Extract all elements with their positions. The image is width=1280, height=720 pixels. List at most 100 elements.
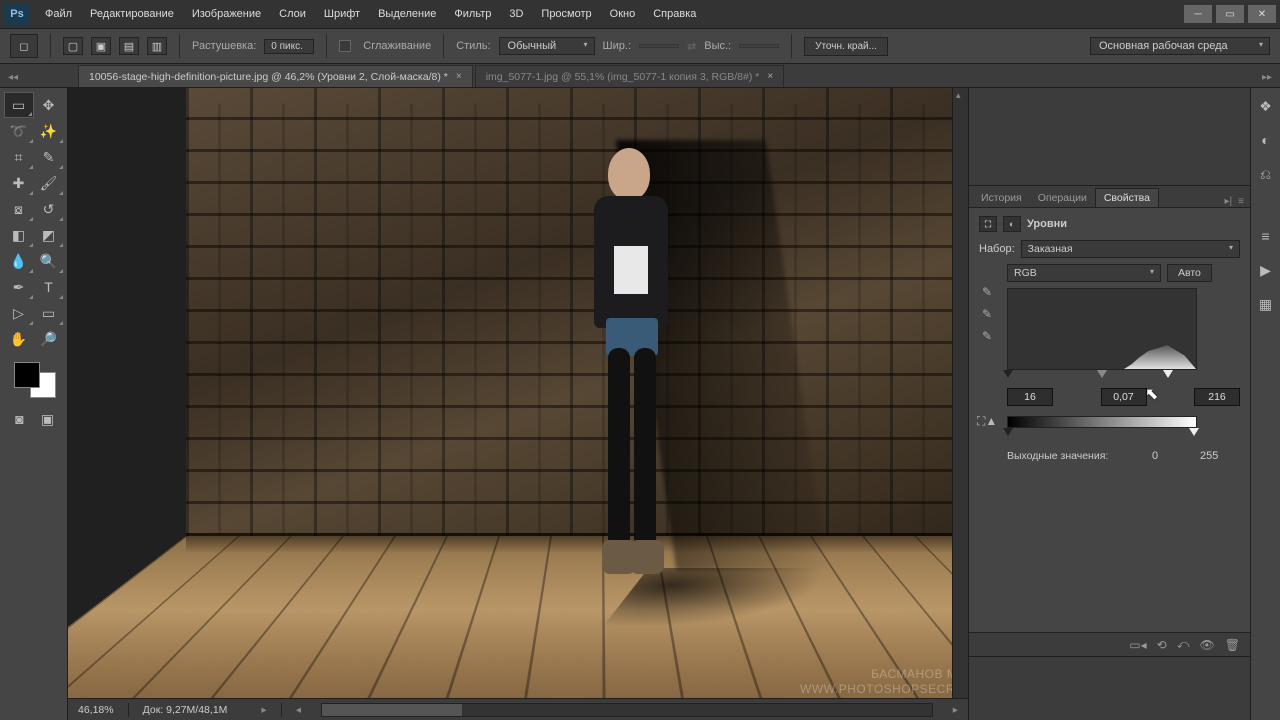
crop-tool[interactable]: ⌗ — [4, 144, 34, 170]
menu-layer[interactable]: Слои — [270, 8, 315, 20]
doc-size[interactable]: Док: 9,27M/48,1M — [143, 704, 228, 716]
input-black-value[interactable]: 16 — [1007, 388, 1053, 406]
quickmask-tool[interactable]: ◙ — [8, 408, 32, 430]
marquee-tool[interactable]: ▭ — [4, 92, 34, 118]
brush-tool[interactable]: 🖌 — [34, 170, 64, 196]
foreground-color[interactable] — [14, 362, 40, 388]
menu-window[interactable]: Окно — [601, 8, 645, 20]
close-icon[interactable]: × — [767, 71, 773, 82]
dodge-tool[interactable]: 🔍 — [34, 248, 64, 274]
menu-filter[interactable]: Фильтр — [445, 8, 500, 20]
screenmode-tool[interactable]: ▣ — [36, 408, 60, 430]
vertical-scrollbar[interactable]: ▴ — [952, 88, 968, 698]
history-brush-tool[interactable]: ↺ — [34, 196, 64, 222]
collapsed-panel-group[interactable] — [969, 88, 1250, 186]
scroll-left-icon[interactable]: ▸ — [261, 704, 266, 716]
scroll-arrow-left-icon[interactable]: ◂ — [296, 704, 301, 716]
input-gamma-value[interactable]: 0,07 — [1101, 388, 1147, 406]
canvas-area[interactable]: БАСМАНОВ МАКСИМ WWW.PHOTOSHOPSECRETS.RU … — [68, 88, 968, 720]
visibility-icon[interactable]: 👁 — [1200, 638, 1215, 652]
path-select-tool[interactable]: ▷ — [4, 300, 34, 326]
sel-new-icon[interactable]: ▢ — [63, 37, 83, 55]
channels-dock-icon[interactable]: ◐ — [1256, 130, 1276, 150]
collapse-icon[interactable]: ◂◂ — [8, 72, 18, 83]
lasso-tool[interactable]: ➰ — [4, 118, 34, 144]
feather-input[interactable]: 0 пикс. — [264, 39, 314, 54]
play-dock-icon[interactable]: ▶ — [1256, 260, 1276, 280]
menu-3d[interactable]: 3D — [500, 8, 532, 20]
sel-sub-icon[interactable]: ▤ — [119, 37, 139, 55]
histogram[interactable] — [1007, 288, 1197, 370]
zoom-value[interactable]: 46,18% — [78, 704, 114, 716]
grid-dock-icon[interactable]: ▦ — [1256, 294, 1276, 314]
menu-image[interactable]: Изображение — [183, 8, 270, 20]
eyedropper-tool[interactable]: ✎ — [34, 144, 64, 170]
pen-tool[interactable]: ✒ — [4, 274, 34, 300]
auto-button[interactable]: Авто — [1167, 264, 1212, 282]
gamma-handle[interactable] — [1097, 370, 1107, 378]
minimize-button[interactable]: ─ — [1184, 5, 1212, 23]
document-tab-1[interactable]: 10056-stage-high-definition-picture.jpg … — [78, 65, 473, 87]
refine-edge-button[interactable]: Уточн. край... — [804, 37, 888, 56]
white-handle[interactable] — [1163, 370, 1173, 378]
canvas[interactable]: БАСМАНОВ МАКСИМ WWW.PHOTOSHOPSECRETS.RU — [186, 88, 968, 716]
layers-dock-icon[interactable]: ❖ — [1256, 96, 1276, 116]
previous-state-icon[interactable]: ⟲ — [1157, 638, 1167, 652]
tab-history[interactable]: История — [973, 189, 1030, 207]
document-tab-2[interactable]: img_5077-1.jpg @ 55,1% (img_5077-1 копия… — [475, 65, 785, 87]
tab-actions[interactable]: Операции — [1030, 189, 1095, 207]
black-point-eyedropper-icon[interactable]: ✎ — [979, 284, 995, 300]
blur-tool[interactable]: 💧 — [4, 248, 34, 274]
reset-icon[interactable]: ⤺ — [1177, 637, 1190, 652]
gradient-tool[interactable]: ◩ — [34, 222, 64, 248]
paths-dock-icon[interactable]: ⎌ — [1256, 164, 1276, 184]
move-tool[interactable]: ✥ — [34, 92, 64, 118]
tab-properties[interactable]: Свойства — [1095, 188, 1159, 207]
panel-menu-icon[interactable]: ≡ — [1238, 196, 1244, 207]
workspace-select[interactable]: Основная рабочая среда — [1090, 37, 1270, 55]
type-tool[interactable]: T — [34, 274, 64, 300]
trash-icon[interactable]: 🗑 — [1225, 638, 1240, 652]
scroll-arrow-right-icon[interactable]: ▸ — [953, 704, 958, 716]
black-handle[interactable] — [1003, 370, 1013, 378]
menu-edit[interactable]: Редактирование — [81, 8, 183, 20]
output-gradient[interactable] — [1007, 416, 1197, 428]
magic-wand-tool[interactable]: ✨ — [34, 118, 64, 144]
tool-preset-icon[interactable]: ◻ — [10, 34, 38, 58]
style-select[interactable]: Обычный — [499, 37, 595, 55]
sel-add-icon[interactable]: ▣ — [91, 37, 111, 55]
input-slider[interactable] — [1007, 372, 1197, 382]
channel-select[interactable]: RGB — [1007, 264, 1161, 282]
mask-icon[interactable]: ◐ — [1003, 216, 1021, 232]
collapse-right-icon[interactable]: ▸▸ — [1262, 72, 1272, 83]
input-white-value[interactable]: 216 — [1194, 388, 1240, 406]
shape-tool[interactable]: ▭ — [34, 300, 64, 326]
clone-stamp-tool[interactable]: ⧇ — [4, 196, 34, 222]
eraser-tool[interactable]: ◧ — [4, 222, 34, 248]
out-white-handle[interactable] — [1189, 428, 1199, 436]
panel-collapse-icon[interactable]: ▸| — [1225, 196, 1233, 207]
menu-file[interactable]: Файл — [36, 8, 81, 20]
maximize-button[interactable]: ▭ — [1216, 5, 1244, 23]
menu-help[interactable]: Справка — [644, 8, 705, 20]
output-black-value[interactable]: 0 — [1152, 450, 1192, 462]
adjust-dock-icon[interactable]: ≡ — [1256, 226, 1276, 246]
clip-to-layer-icon[interactable]: ▭◂ — [1129, 638, 1146, 652]
menu-type[interactable]: Шрифт — [315, 8, 369, 20]
healing-brush-tool[interactable]: ✚ — [4, 170, 34, 196]
output-slider[interactable] — [1007, 430, 1197, 440]
output-white-value[interactable]: 255 — [1200, 450, 1240, 462]
antialias-checkbox[interactable] — [339, 40, 351, 52]
horizontal-scrollbar[interactable] — [321, 703, 933, 717]
hand-tool[interactable]: ✋ — [4, 326, 34, 352]
zoom-tool[interactable]: 🔎 — [34, 326, 64, 352]
menu-view[interactable]: Просмотр — [532, 8, 600, 20]
out-black-handle[interactable] — [1003, 428, 1013, 436]
clip-warning-icon[interactable]: ⛶▲ — [977, 414, 997, 429]
preset-select[interactable]: Заказная — [1021, 240, 1240, 258]
gray-point-eyedropper-icon[interactable]: ✎ — [979, 306, 995, 322]
menu-select[interactable]: Выделение — [369, 8, 445, 20]
white-point-eyedropper-icon[interactable]: ✎ — [979, 328, 995, 344]
close-button[interactable]: ✕ — [1248, 5, 1276, 23]
sel-intersect-icon[interactable]: ▥ — [147, 37, 167, 55]
